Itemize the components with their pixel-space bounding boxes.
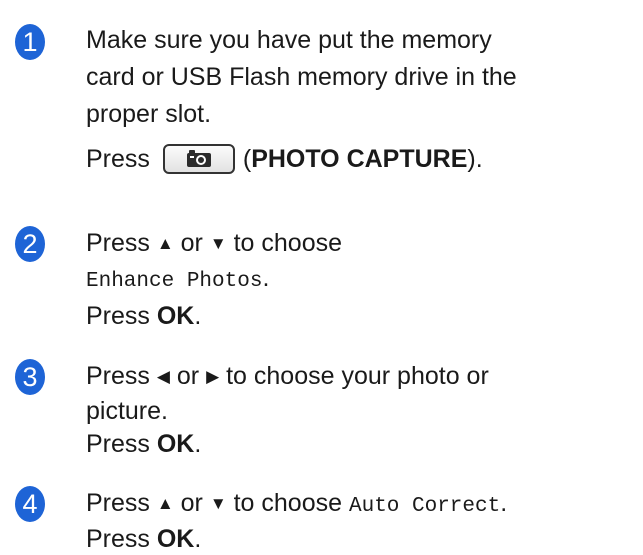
press-text: Press — [86, 362, 150, 390]
press-text: Press — [86, 525, 150, 553]
step-3-text: Press ◀ or ▶ to choose your photo or pic… — [86, 358, 639, 463]
camera-icon — [186, 150, 211, 167]
press-text: Press — [86, 489, 150, 517]
photo-capture-button[interactable] — [162, 144, 235, 174]
period: . — [194, 525, 202, 553]
step-text-line: Press ◀ or ▶ to choose your photo or — [86, 358, 639, 395]
to-choose-text: to choose — [233, 489, 343, 517]
up-arrow-icon: ▲ — [156, 494, 174, 513]
ok-key-label: OK — [156, 430, 195, 458]
step-text: to choose your photo or — [226, 362, 489, 390]
press-text: Press — [86, 430, 150, 458]
menu-option: Auto Correct — [348, 495, 501, 518]
step-text-line: Press ▲ or ▼ to choose — [86, 225, 639, 262]
or-text: or — [180, 229, 203, 257]
or-text: or — [180, 489, 203, 517]
ok-key-label: OK — [156, 302, 195, 330]
press-photo-capture-line: Press (PHOTO CAPTURE). — [86, 141, 639, 178]
paren-open: ( — [242, 145, 252, 173]
step-number-badge: 4 — [15, 486, 45, 522]
down-arrow-icon: ▼ — [209, 494, 227, 513]
step-2-text: Press ▲ or ▼ to choose Enhance Photos. P… — [86, 225, 639, 335]
press-text: Press — [86, 229, 150, 257]
step-text-line: Press OK. — [86, 521, 639, 555]
period: . — [262, 264, 270, 292]
step-text-line: Make sure you have put the memory — [86, 26, 492, 54]
ok-key-label: OK — [156, 525, 195, 553]
up-arrow-icon: ▲ — [156, 234, 174, 253]
step-4-text: Press ▲ or ▼ to choose Auto Correct. Pre… — [86, 485, 639, 555]
step-text-line: card or USB Flash memory drive in the — [86, 63, 517, 91]
paren-close: ). — [467, 145, 483, 173]
to-choose-text: to choose — [233, 229, 343, 257]
press-text: Press — [86, 145, 150, 173]
step-1-text: Make sure you have put the memory card o… — [86, 22, 639, 178]
photo-capture-label: PHOTO CAPTURE — [251, 145, 468, 173]
step-text-line: Press ▲ or ▼ to choose Auto Correct. — [86, 485, 639, 525]
press-text: Press — [86, 302, 150, 330]
step-text-line: picture. — [86, 397, 168, 425]
step-text-line: Press OK. — [86, 426, 639, 463]
menu-option: Enhance Photos — [86, 270, 263, 293]
step-number-badge: 2 — [15, 226, 45, 262]
period: . — [194, 302, 202, 330]
right-arrow-icon: ▶ — [206, 367, 220, 386]
step-number-badge: 1 — [15, 24, 45, 60]
step-number-badge: 3 — [15, 359, 45, 395]
left-arrow-icon: ◀ — [156, 367, 170, 386]
down-arrow-icon: ▼ — [209, 234, 227, 253]
period: . — [500, 489, 508, 517]
step-text-line: Enhance Photos. — [86, 260, 639, 300]
step-text-line: proper slot. — [86, 100, 212, 128]
step-text-line: Press OK. — [86, 298, 639, 335]
or-text: or — [176, 362, 200, 390]
period: . — [194, 430, 202, 458]
